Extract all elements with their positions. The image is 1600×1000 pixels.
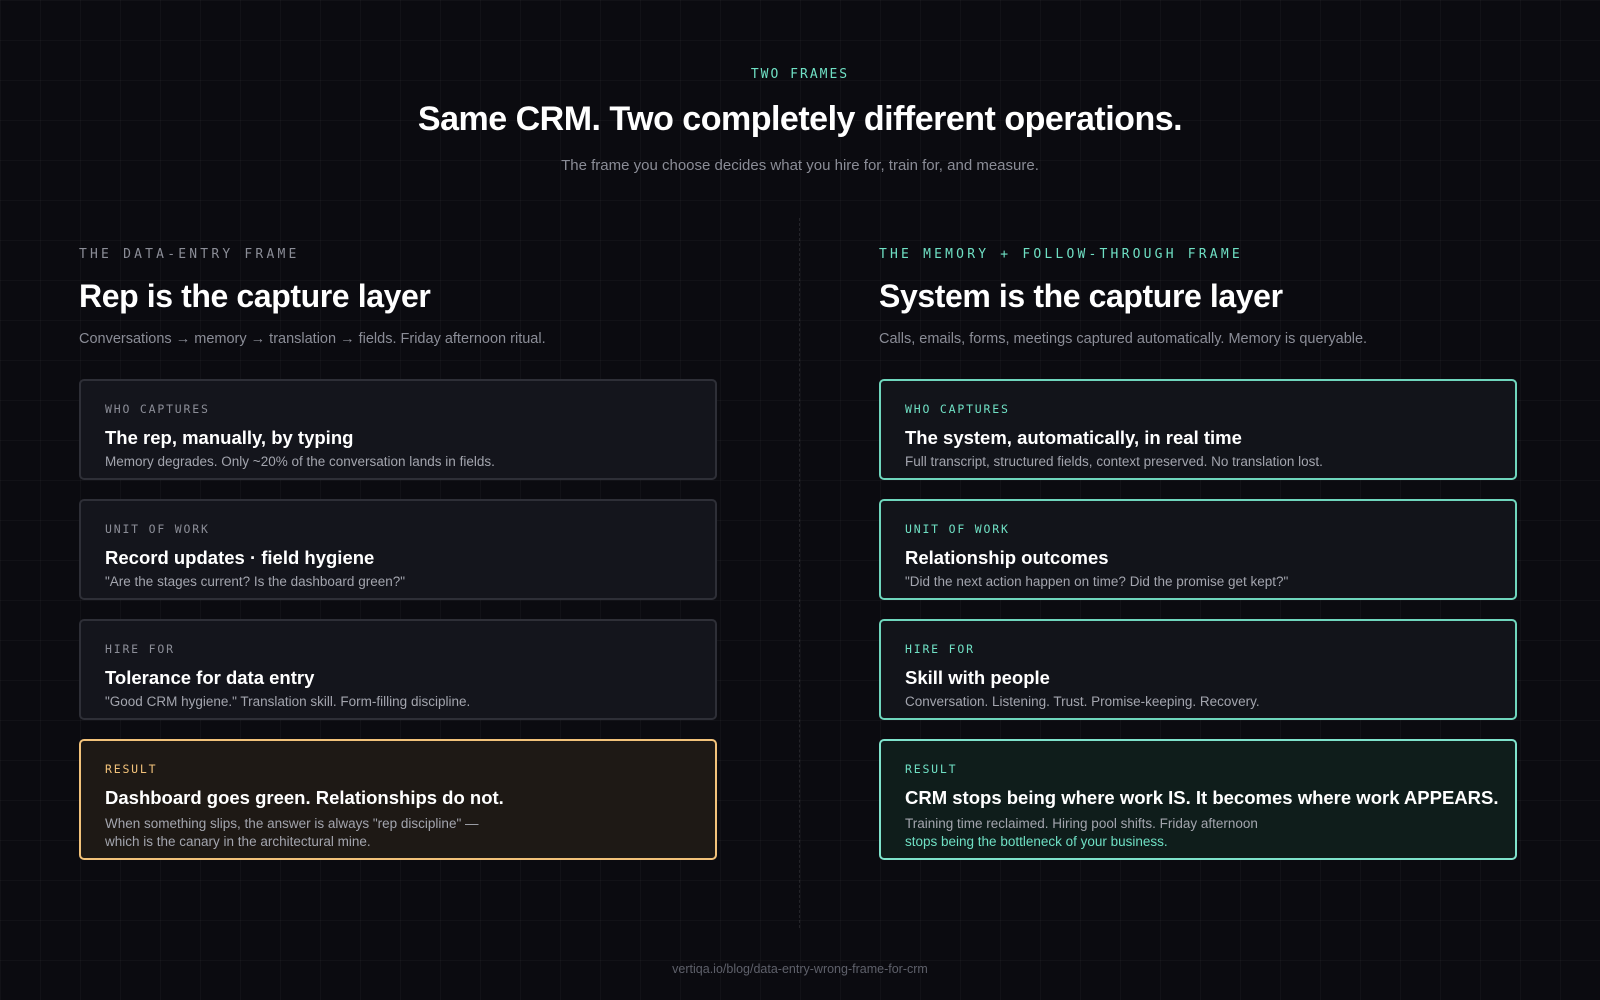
card-title: Skill with people <box>905 667 1050 688</box>
unit-of-work-card: UNIT OF WORK Relationship outcomes "Did … <box>879 499 1517 600</box>
frame-description: Calls, emails, forms, meetings captured … <box>879 331 1368 347</box>
card-label: RESULT <box>905 762 958 776</box>
unit-of-work-card: UNIT OF WORK Record updates · field hygi… <box>79 499 717 600</box>
card-description: "Good CRM hygiene." Translation skill. F… <box>105 694 471 709</box>
frame-label: THE MEMORY + FOLLOW-THROUGH FRAME <box>879 247 1243 262</box>
card-description: Training time reclaimed. Hiring pool shi… <box>905 815 1258 851</box>
column-divider <box>799 218 800 928</box>
card-description: Conversation. Listening. Trust. Promise-… <box>905 694 1260 709</box>
hire-for-card: HIRE FOR Skill with people Conversation.… <box>879 619 1517 720</box>
card-description: Full transcript, structured fields, cont… <box>905 454 1323 469</box>
card-title: Dashboard goes green. Relationships do n… <box>105 787 504 808</box>
card-title: Record updates · field hygiene <box>105 547 375 568</box>
card-description: When something slips, the answer is alwa… <box>105 815 479 851</box>
page-subtitle: The frame you choose decides what you hi… <box>561 157 1039 174</box>
card-description: "Are the stages current? Is the dashboar… <box>105 574 406 589</box>
result-card: RESULT CRM stops being where work IS. It… <box>879 739 1517 860</box>
hire-for-card: HIRE FOR Tolerance for data entry "Good … <box>79 619 717 720</box>
eyebrow-label: TWO FRAMES <box>750 67 850 82</box>
card-description: Memory degrades. Only ~20% of the conver… <box>105 454 495 469</box>
card-label: WHO CAPTURES <box>105 402 210 416</box>
who-captures-card: WHO CAPTURES The rep, manually, by typin… <box>79 379 717 480</box>
frame-label: THE DATA-ENTRY FRAME <box>79 247 300 262</box>
card-description-line: When something slips, the answer is alwa… <box>105 816 479 831</box>
card-description-highlight: stops being the bottleneck of your busin… <box>905 834 1168 849</box>
frame-title: System is the capture layer <box>879 278 1283 314</box>
source-url: vertiqa.io/blog/data-entry-wrong-frame-f… <box>672 962 928 976</box>
card-title: Tolerance for data entry <box>105 667 315 688</box>
card-title: The rep, manually, by typing <box>105 427 354 448</box>
card-label: HIRE FOR <box>105 642 175 656</box>
card-title: CRM stops being where work IS. It become… <box>905 787 1499 808</box>
card-label: WHO CAPTURES <box>905 402 1010 416</box>
card-label: UNIT OF WORK <box>105 522 210 536</box>
who-captures-card: WHO CAPTURES The system, automatically, … <box>879 379 1517 480</box>
result-card: RESULT Dashboard goes green. Relationshi… <box>79 739 717 860</box>
card-description-line: Training time reclaimed. Hiring pool shi… <box>905 816 1258 831</box>
card-label: UNIT OF WORK <box>905 522 1010 536</box>
card-description: "Did the next action happen on time? Did… <box>905 574 1289 589</box>
page-title: Same CRM. Two completely different opera… <box>417 100 1183 138</box>
frame-title: Rep is the capture layer <box>79 278 431 314</box>
card-label: RESULT <box>105 762 158 776</box>
frame-description: Conversations → memory → translation → f… <box>79 331 546 347</box>
card-description-line: which is the canary in the architectural… <box>105 834 371 849</box>
card-title: Relationship outcomes <box>905 547 1109 568</box>
card-label: HIRE FOR <box>905 642 975 656</box>
card-title: The system, automatically, in real time <box>905 427 1242 448</box>
